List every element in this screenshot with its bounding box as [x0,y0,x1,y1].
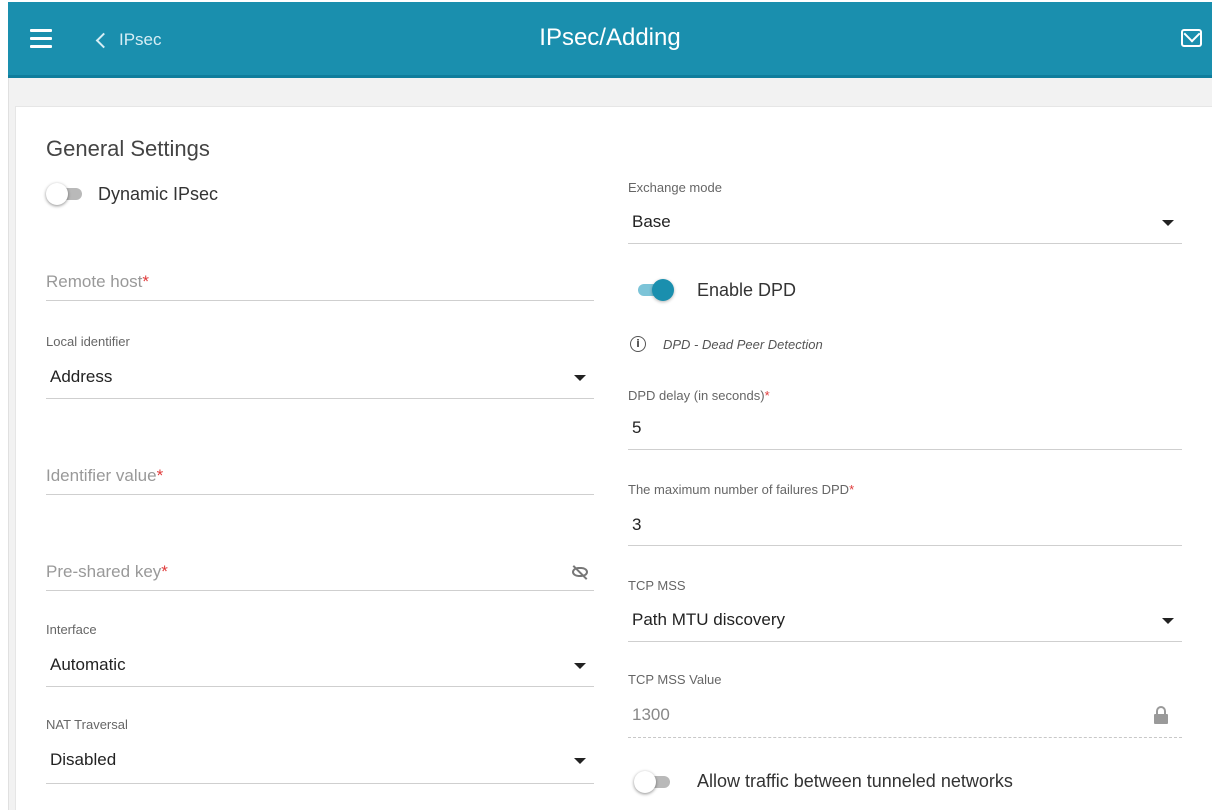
nat-traversal-label: NAT Traversal [46,717,128,732]
local-identifier-label: Local identifier [46,334,130,349]
nat-traversal-value: Disabled [50,750,117,769]
dpd-max-failures-label: The maximum number of failures DPD [628,482,850,497]
section-title: General Settings [46,136,210,161]
page-title: IPsec/Adding [539,24,681,51]
info-icon: i [630,336,646,352]
tcp-mss-value-label: TCP MSS Value [628,672,722,687]
chevron-down-icon [1162,618,1174,624]
remote-host-field[interactable]: Remote host* [46,262,594,304]
dynamic-ipsec-label: Dynamic IPsec [98,184,219,204]
tcp-mss-label: TCP MSS [628,578,686,593]
back-label: IPsec [119,30,162,49]
required-marker: * [764,388,770,403]
enable-dpd-label: Enable DPD [697,280,797,300]
exchange-mode-select[interactable]: Exchange mode Base [628,180,1182,246]
chevron-down-icon [574,663,586,669]
enable-dpd-toggle[interactable] [636,279,674,301]
dpd-delay-value: 5 [632,418,642,437]
identifier-value-placeholder: Identifier value [46,466,157,485]
exchange-mode-label: Exchange mode [628,180,722,195]
allow-traffic-label: Allow traffic between tunneled networks [697,771,1013,791]
dpd-delay-label: DPD delay (in seconds) [628,388,765,403]
tcp-mss-value-field: TCP MSS Value 1300 [628,672,1182,740]
local-identifier-select[interactable]: Local identifier Address [46,334,594,402]
required-marker: * [161,562,168,581]
interface-select[interactable]: Interface Automatic [46,622,594,690]
dynamic-ipsec-toggle[interactable] [46,183,84,205]
dpd-max-failures-field[interactable]: The maximum number of failures DPD* 3 [628,482,1182,548]
interface-label: Interface [46,622,97,637]
identifier-value-field[interactable]: Identifier value* [46,456,594,498]
exchange-mode-value: Base [632,212,671,231]
allow-traffic-toggle[interactable] [634,771,672,793]
nat-traversal-select[interactable]: NAT Traversal Disabled [46,717,594,787]
back-button[interactable]: IPsec [94,26,162,54]
local-identifier-value: Address [50,367,113,386]
interface-value: Automatic [50,655,126,674]
chevron-left-icon [95,32,112,48]
required-marker: * [849,482,855,497]
eye-off-icon[interactable] [571,565,589,580]
mail-icon[interactable] [1181,29,1202,47]
chevron-down-icon [574,375,586,381]
remote-host-placeholder: Remote host [46,272,143,291]
tcp-mss-value-value: 1300 [632,705,670,724]
top-bar: IPsec IPsec/Adding [8,2,1212,78]
dpd-delay-field[interactable]: DPD delay (in seconds)* 5 [628,388,1182,452]
menu-icon[interactable] [30,29,52,49]
tcp-mss-value: Path MTU discovery [632,610,786,629]
pre-shared-key-field[interactable]: Pre-shared key* [46,552,594,594]
required-marker: * [142,272,150,291]
tcp-mss-select[interactable]: TCP MSS Path MTU discovery [628,578,1182,644]
lock-icon [1154,706,1168,724]
required-marker: * [156,466,164,485]
psk-placeholder: Pre-shared key [46,562,162,581]
dpd-info-text: DPD - Dead Peer Detection [663,337,823,352]
dpd-max-failures-value: 3 [632,515,642,534]
chevron-down-icon [1162,220,1174,226]
chevron-down-icon [574,758,586,764]
